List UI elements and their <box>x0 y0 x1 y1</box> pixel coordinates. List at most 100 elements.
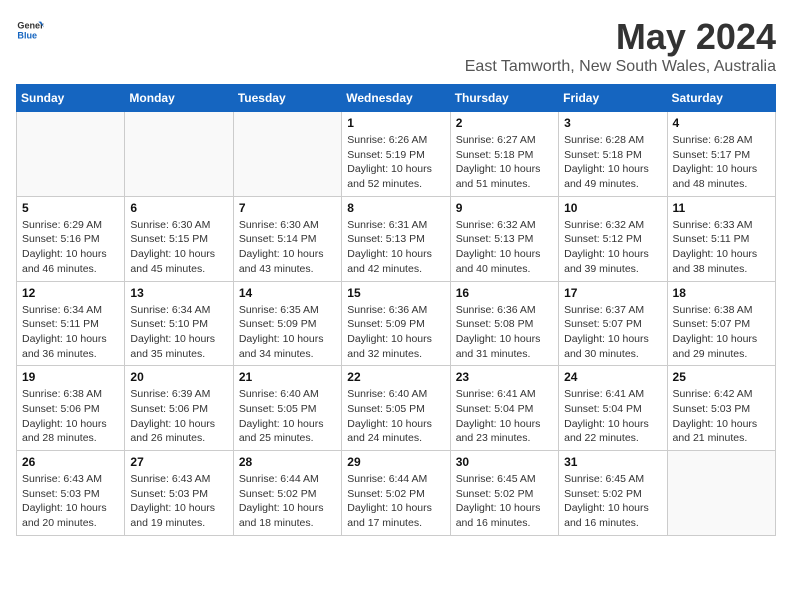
day-number: 9 <box>456 201 553 215</box>
calendar-weekday-header: Tuesday <box>233 85 341 112</box>
day-number: 15 <box>347 286 444 300</box>
day-info: Sunrise: 6:32 AM Sunset: 5:13 PM Dayligh… <box>456 218 553 277</box>
day-info: Sunrise: 6:28 AM Sunset: 5:17 PM Dayligh… <box>673 133 770 192</box>
day-info: Sunrise: 6:32 AM Sunset: 5:12 PM Dayligh… <box>564 218 661 277</box>
day-number: 8 <box>347 201 444 215</box>
day-info: Sunrise: 6:34 AM Sunset: 5:10 PM Dayligh… <box>130 303 227 362</box>
day-number: 26 <box>22 455 119 469</box>
calendar-day-cell: 12 Sunrise: 6:34 AM Sunset: 5:11 PM Dayli… <box>17 281 125 366</box>
day-info: Sunrise: 6:41 AM Sunset: 5:04 PM Dayligh… <box>564 387 661 446</box>
day-number: 2 <box>456 116 553 130</box>
calendar-weekday-header: Saturday <box>667 85 775 112</box>
calendar-day-cell: 31 Sunrise: 6:45 AM Sunset: 5:02 PM Dayli… <box>559 451 667 536</box>
calendar-day-cell: 24 Sunrise: 6:41 AM Sunset: 5:04 PM Dayli… <box>559 366 667 451</box>
logo-icon: General Blue <box>16 16 44 44</box>
day-number: 10 <box>564 201 661 215</box>
day-info: Sunrise: 6:43 AM Sunset: 5:03 PM Dayligh… <box>130 472 227 531</box>
day-number: 24 <box>564 370 661 384</box>
day-info: Sunrise: 6:34 AM Sunset: 5:11 PM Dayligh… <box>22 303 119 362</box>
calendar-week-row: 19 Sunrise: 6:38 AM Sunset: 5:06 PM Dayli… <box>17 366 776 451</box>
day-info: Sunrise: 6:45 AM Sunset: 5:02 PM Dayligh… <box>456 472 553 531</box>
calendar-day-cell: 10 Sunrise: 6:32 AM Sunset: 5:12 PM Dayli… <box>559 196 667 281</box>
day-number: 5 <box>22 201 119 215</box>
day-number: 21 <box>239 370 336 384</box>
calendar-week-row: 26 Sunrise: 6:43 AM Sunset: 5:03 PM Dayli… <box>17 451 776 536</box>
day-number: 13 <box>130 286 227 300</box>
calendar-week-row: 5Sunrise: 6:29 AM Sunset: 5:16 PM Daylig… <box>17 196 776 281</box>
calendar-day-cell: 14Sunrise: 6:35 AM Sunset: 5:09 PM Dayli… <box>233 281 341 366</box>
calendar-day-cell: 29 Sunrise: 6:44 AM Sunset: 5:02 PM Dayli… <box>342 451 450 536</box>
calendar-day-cell <box>233 112 341 197</box>
day-number: 20 <box>130 370 227 384</box>
calendar-day-cell: 20 Sunrise: 6:39 AM Sunset: 5:06 PM Dayli… <box>125 366 233 451</box>
day-number: 14 <box>239 286 336 300</box>
calendar-day-cell <box>125 112 233 197</box>
day-number: 7 <box>239 201 336 215</box>
day-info: Sunrise: 6:38 AM Sunset: 5:06 PM Dayligh… <box>22 387 119 446</box>
day-number: 17 <box>564 286 661 300</box>
day-info: Sunrise: 6:26 AM Sunset: 5:19 PM Dayligh… <box>347 133 444 192</box>
calendar-week-row: 1 Sunrise: 6:26 AM Sunset: 5:19 PM Daylig… <box>17 112 776 197</box>
day-number: 1 <box>347 116 444 130</box>
day-number: 19 <box>22 370 119 384</box>
day-number: 27 <box>130 455 227 469</box>
logo: General Blue <box>16 16 44 44</box>
day-info: Sunrise: 6:40 AM Sunset: 5:05 PM Dayligh… <box>347 387 444 446</box>
calendar-day-cell: 16Sunrise: 6:36 AM Sunset: 5:08 PM Dayli… <box>450 281 558 366</box>
day-info: Sunrise: 6:44 AM Sunset: 5:02 PM Dayligh… <box>347 472 444 531</box>
calendar-day-cell: 21 Sunrise: 6:40 AM Sunset: 5:05 PM Dayli… <box>233 366 341 451</box>
day-info: Sunrise: 6:31 AM Sunset: 5:13 PM Dayligh… <box>347 218 444 277</box>
main-title: May 2024 <box>465 16 776 58</box>
calendar-day-cell: 4 Sunrise: 6:28 AM Sunset: 5:17 PM Daylig… <box>667 112 775 197</box>
page-header: General Blue May 2024 East Tamworth, New… <box>16 16 776 76</box>
calendar-day-cell: 15Sunrise: 6:36 AM Sunset: 5:09 PM Dayli… <box>342 281 450 366</box>
day-number: 31 <box>564 455 661 469</box>
calendar-day-cell: 5Sunrise: 6:29 AM Sunset: 5:16 PM Daylig… <box>17 196 125 281</box>
day-info: Sunrise: 6:42 AM Sunset: 5:03 PM Dayligh… <box>673 387 770 446</box>
calendar-weekday-header: Thursday <box>450 85 558 112</box>
day-info: Sunrise: 6:28 AM Sunset: 5:18 PM Dayligh… <box>564 133 661 192</box>
calendar-day-cell: 1 Sunrise: 6:26 AM Sunset: 5:19 PM Daylig… <box>342 112 450 197</box>
calendar-day-cell: 18 Sunrise: 6:38 AM Sunset: 5:07 PM Dayli… <box>667 281 775 366</box>
day-info: Sunrise: 6:40 AM Sunset: 5:05 PM Dayligh… <box>239 387 336 446</box>
day-info: Sunrise: 6:45 AM Sunset: 5:02 PM Dayligh… <box>564 472 661 531</box>
day-info: Sunrise: 6:38 AM Sunset: 5:07 PM Dayligh… <box>673 303 770 362</box>
calendar-day-cell <box>667 451 775 536</box>
day-info: Sunrise: 6:39 AM Sunset: 5:06 PM Dayligh… <box>130 387 227 446</box>
calendar-week-row: 12 Sunrise: 6:34 AM Sunset: 5:11 PM Dayli… <box>17 281 776 366</box>
calendar-day-cell: 28 Sunrise: 6:44 AM Sunset: 5:02 PM Dayli… <box>233 451 341 536</box>
calendar-header-row: SundayMondayTuesdayWednesdayThursdayFrid… <box>17 85 776 112</box>
day-info: Sunrise: 6:27 AM Sunset: 5:18 PM Dayligh… <box>456 133 553 192</box>
calendar-day-cell: 27 Sunrise: 6:43 AM Sunset: 5:03 PM Dayli… <box>125 451 233 536</box>
calendar-day-cell: 17 Sunrise: 6:37 AM Sunset: 5:07 PM Dayli… <box>559 281 667 366</box>
calendar-table: SundayMondayTuesdayWednesdayThursdayFrid… <box>16 84 776 536</box>
day-info: Sunrise: 6:37 AM Sunset: 5:07 PM Dayligh… <box>564 303 661 362</box>
day-info: Sunrise: 6:44 AM Sunset: 5:02 PM Dayligh… <box>239 472 336 531</box>
day-number: 11 <box>673 201 770 215</box>
calendar-weekday-header: Friday <box>559 85 667 112</box>
calendar-day-cell: 19 Sunrise: 6:38 AM Sunset: 5:06 PM Dayli… <box>17 366 125 451</box>
calendar-day-cell: 6Sunrise: 6:30 AM Sunset: 5:15 PM Daylig… <box>125 196 233 281</box>
day-number: 12 <box>22 286 119 300</box>
day-number: 23 <box>456 370 553 384</box>
calendar-day-cell: 3 Sunrise: 6:28 AM Sunset: 5:18 PM Daylig… <box>559 112 667 197</box>
calendar-day-cell: 11 Sunrise: 6:33 AM Sunset: 5:11 PM Dayli… <box>667 196 775 281</box>
calendar-day-cell: 2 Sunrise: 6:27 AM Sunset: 5:18 PM Daylig… <box>450 112 558 197</box>
day-number: 28 <box>239 455 336 469</box>
calendar-weekday-header: Wednesday <box>342 85 450 112</box>
day-number: 29 <box>347 455 444 469</box>
calendar-day-cell: 7 Sunrise: 6:30 AM Sunset: 5:14 PM Daylig… <box>233 196 341 281</box>
calendar-weekday-header: Sunday <box>17 85 125 112</box>
calendar-day-cell <box>17 112 125 197</box>
calendar-day-cell: 26Sunrise: 6:43 AM Sunset: 5:03 PM Dayli… <box>17 451 125 536</box>
day-number: 4 <box>673 116 770 130</box>
svg-text:Blue: Blue <box>17 30 37 40</box>
day-number: 6 <box>130 201 227 215</box>
day-number: 18 <box>673 286 770 300</box>
day-number: 3 <box>564 116 661 130</box>
day-number: 25 <box>673 370 770 384</box>
day-number: 22 <box>347 370 444 384</box>
day-info: Sunrise: 6:33 AM Sunset: 5:11 PM Dayligh… <box>673 218 770 277</box>
day-info: Sunrise: 6:30 AM Sunset: 5:14 PM Dayligh… <box>239 218 336 277</box>
day-number: 16 <box>456 286 553 300</box>
